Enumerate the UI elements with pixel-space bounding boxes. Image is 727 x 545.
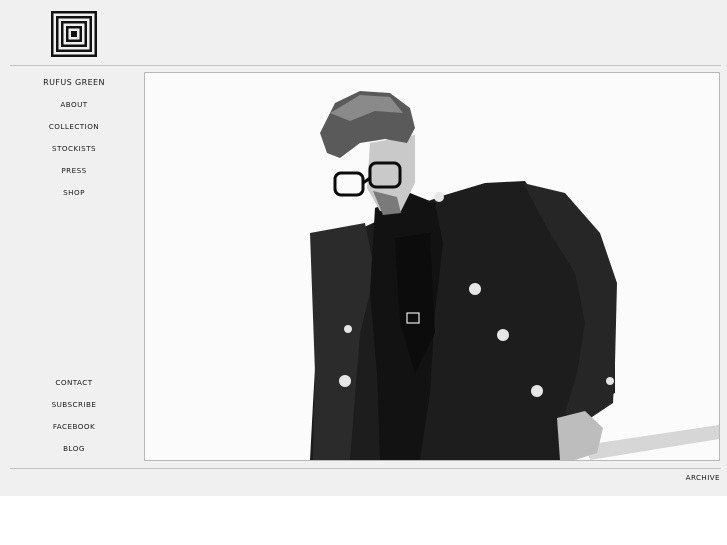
nav-item-press[interactable]: PRESS	[0, 166, 148, 176]
model-in-peacoat-image	[145, 73, 719, 460]
nav-item-about[interactable]: ABOUT	[0, 100, 148, 110]
header-divider	[10, 65, 721, 66]
nav-item-shop[interactable]: SHOP	[0, 188, 148, 198]
nav-brand-link[interactable]: RUFUS GREEN	[0, 78, 148, 88]
nav-item-collection[interactable]: COLLECTION	[0, 122, 148, 132]
archive-link[interactable]: ARCHIVE	[686, 473, 720, 482]
nav-item-subscribe[interactable]: SUBSCRIBE	[0, 400, 148, 410]
nav-item-contact[interactable]: CONTACT	[0, 378, 148, 388]
footer-divider	[10, 468, 721, 469]
nav-item-blog[interactable]: BLOG	[0, 444, 148, 454]
brand-logo-icon[interactable]	[51, 11, 97, 57]
hero-photo	[144, 72, 720, 461]
nav-item-facebook[interactable]: FACEBOOK	[0, 422, 148, 432]
nav-item-stockists[interactable]: STOCKISTS	[0, 144, 148, 154]
